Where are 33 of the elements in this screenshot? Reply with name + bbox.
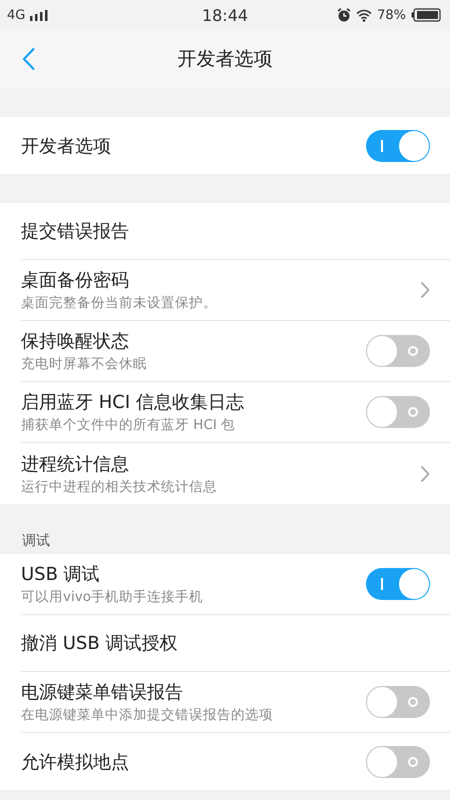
chevron-right-icon [420, 281, 430, 299]
setting-title: USB 调试 [21, 563, 101, 586]
wifi-icon [356, 8, 372, 22]
setting-title: 允许模拟地点 [21, 750, 129, 774]
page-title: 开发者选项 [178, 47, 272, 72]
toggle-switch[interactable] [366, 746, 430, 778]
network-label: 4G [7, 8, 26, 22]
setting-subtitle: 充电时屏幕不会休眠 [21, 355, 147, 373]
setting-title: 保持唤醒状态 [21, 330, 130, 353]
toggle-switch[interactable] [366, 335, 430, 367]
setting-title: 电源键菜单错误报告 [21, 681, 184, 704]
section-header: 调试 [22, 533, 50, 549]
toggle-switch[interactable] [366, 396, 430, 428]
setting-subtitle: 运行中进程的相关技术统计信息 [21, 478, 217, 496]
toggle-switch[interactable] [366, 568, 430, 600]
setting-title: 进程统计信息 [21, 452, 130, 476]
setting-title: 开发者选项 [21, 134, 111, 158]
setting-title: 启用蓝牙 HCI 信息收集日志 [21, 391, 244, 414]
setting-subtitle: 在电源键菜单中添加提交错误报告的选项 [21, 706, 273, 724]
setting-title: 撤消 USB 调试授权 [21, 632, 178, 655]
back-icon[interactable] [22, 47, 36, 71]
battery-percent: 78% [377, 8, 406, 22]
setting-subtitle: 捕获单个文件中的所有蓝牙 HCI 包 [21, 416, 236, 434]
setting-title: 桌面备份密码 [21, 269, 130, 292]
alarm-clock-icon [337, 8, 352, 22]
toggle-switch[interactable] [366, 130, 430, 162]
setting-subtitle: 可以用vivo手机助手连接手机 [21, 588, 203, 606]
setting-title: 提交错误报告 [21, 220, 129, 243]
battery-icon [411, 8, 441, 22]
clock: 18:44 [200, 6, 250, 24]
chevron-right-icon [420, 464, 430, 482]
setting-subtitle: 桌面完整备份当前未设置保护。 [21, 294, 217, 312]
toggle-switch[interactable] [366, 686, 430, 718]
